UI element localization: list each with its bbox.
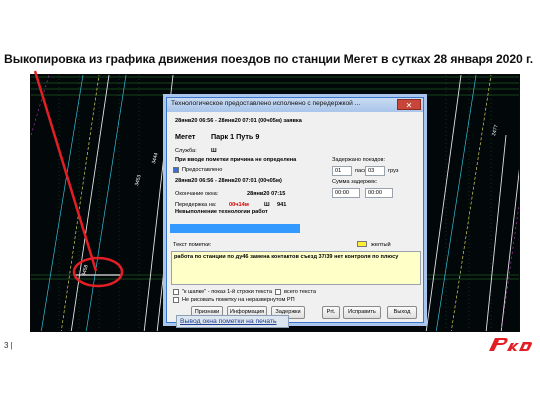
page-number: 3 | — [4, 341, 13, 350]
red-pointer-line — [33, 70, 98, 272]
annotation-overlay — [33, 70, 124, 288]
red-highlight-circle — [72, 256, 124, 288]
rzd-logo-icon — [489, 338, 532, 351]
